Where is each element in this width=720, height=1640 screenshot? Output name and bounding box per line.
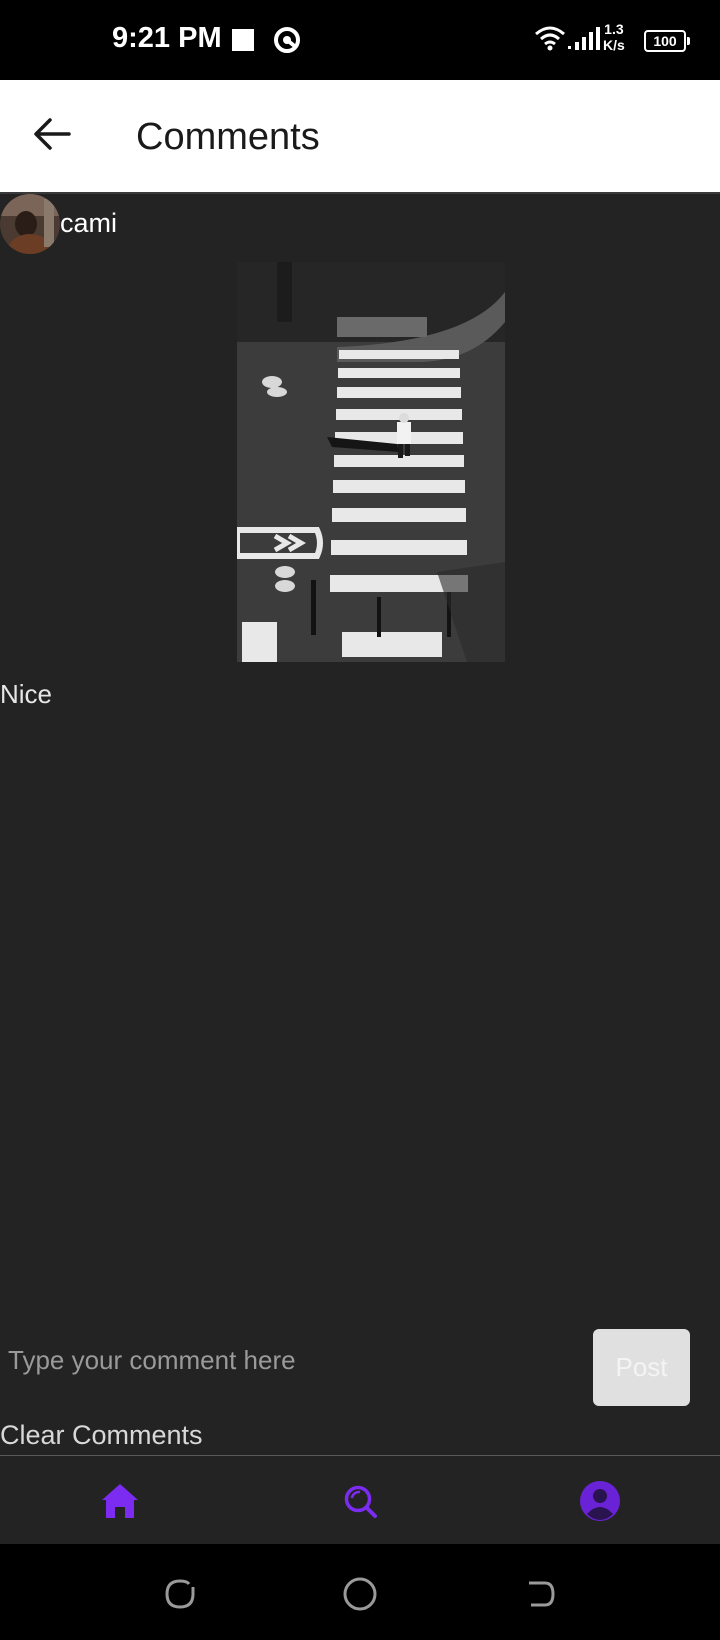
comment-text: Nice	[0, 679, 53, 709]
arrow-left-icon	[34, 118, 71, 150]
back-system-button[interactable]	[520, 1574, 560, 1614]
divider	[0, 192, 720, 194]
system-navigation-bar	[0, 1544, 720, 1640]
profile-icon	[580, 1481, 620, 1521]
status-bar: 9:21 PM 1.3 K/s 100	[0, 0, 720, 80]
signal-icon	[568, 27, 600, 50]
nav-profile-button[interactable]	[575, 1476, 625, 1526]
comments-content: cami Nice Post Clear C	[0, 192, 720, 1456]
recent-apps-button[interactable]	[160, 1574, 200, 1614]
home-icon	[102, 1484, 138, 1518]
status-time: 9:21 PM	[112, 22, 222, 54]
nav-search-button[interactable]	[335, 1476, 385, 1526]
network-speed: 1.3 K/s	[603, 21, 625, 53]
home-system-button[interactable]	[340, 1574, 380, 1614]
bottom-nav	[0, 1456, 720, 1544]
clear-comments-button[interactable]: Clear Comments	[0, 1420, 203, 1451]
home-circle-icon	[343, 1577, 377, 1611]
sync-notification-icon	[274, 27, 300, 53]
comment-input[interactable]	[0, 1322, 580, 1398]
avatar[interactable]	[0, 194, 60, 254]
username[interactable]: cami	[60, 208, 117, 239]
search-icon	[344, 1485, 377, 1518]
wifi-icon	[535, 26, 565, 51]
back-gesture-icon	[529, 1581, 555, 1607]
net-speed-unit: K/s	[603, 37, 625, 53]
app-bar: Comments	[0, 80, 720, 192]
post-image	[237, 262, 505, 662]
post-button[interactable]: Post	[593, 1329, 690, 1406]
recent-apps-icon	[165, 1579, 195, 1609]
page-title: Comments	[136, 116, 320, 158]
notification-square-icon	[232, 29, 254, 51]
net-speed-value: 1.3	[604, 21, 624, 37]
back-button[interactable]	[26, 108, 78, 160]
nav-home-button[interactable]	[95, 1476, 145, 1526]
battery-indicator: 100	[644, 30, 690, 52]
